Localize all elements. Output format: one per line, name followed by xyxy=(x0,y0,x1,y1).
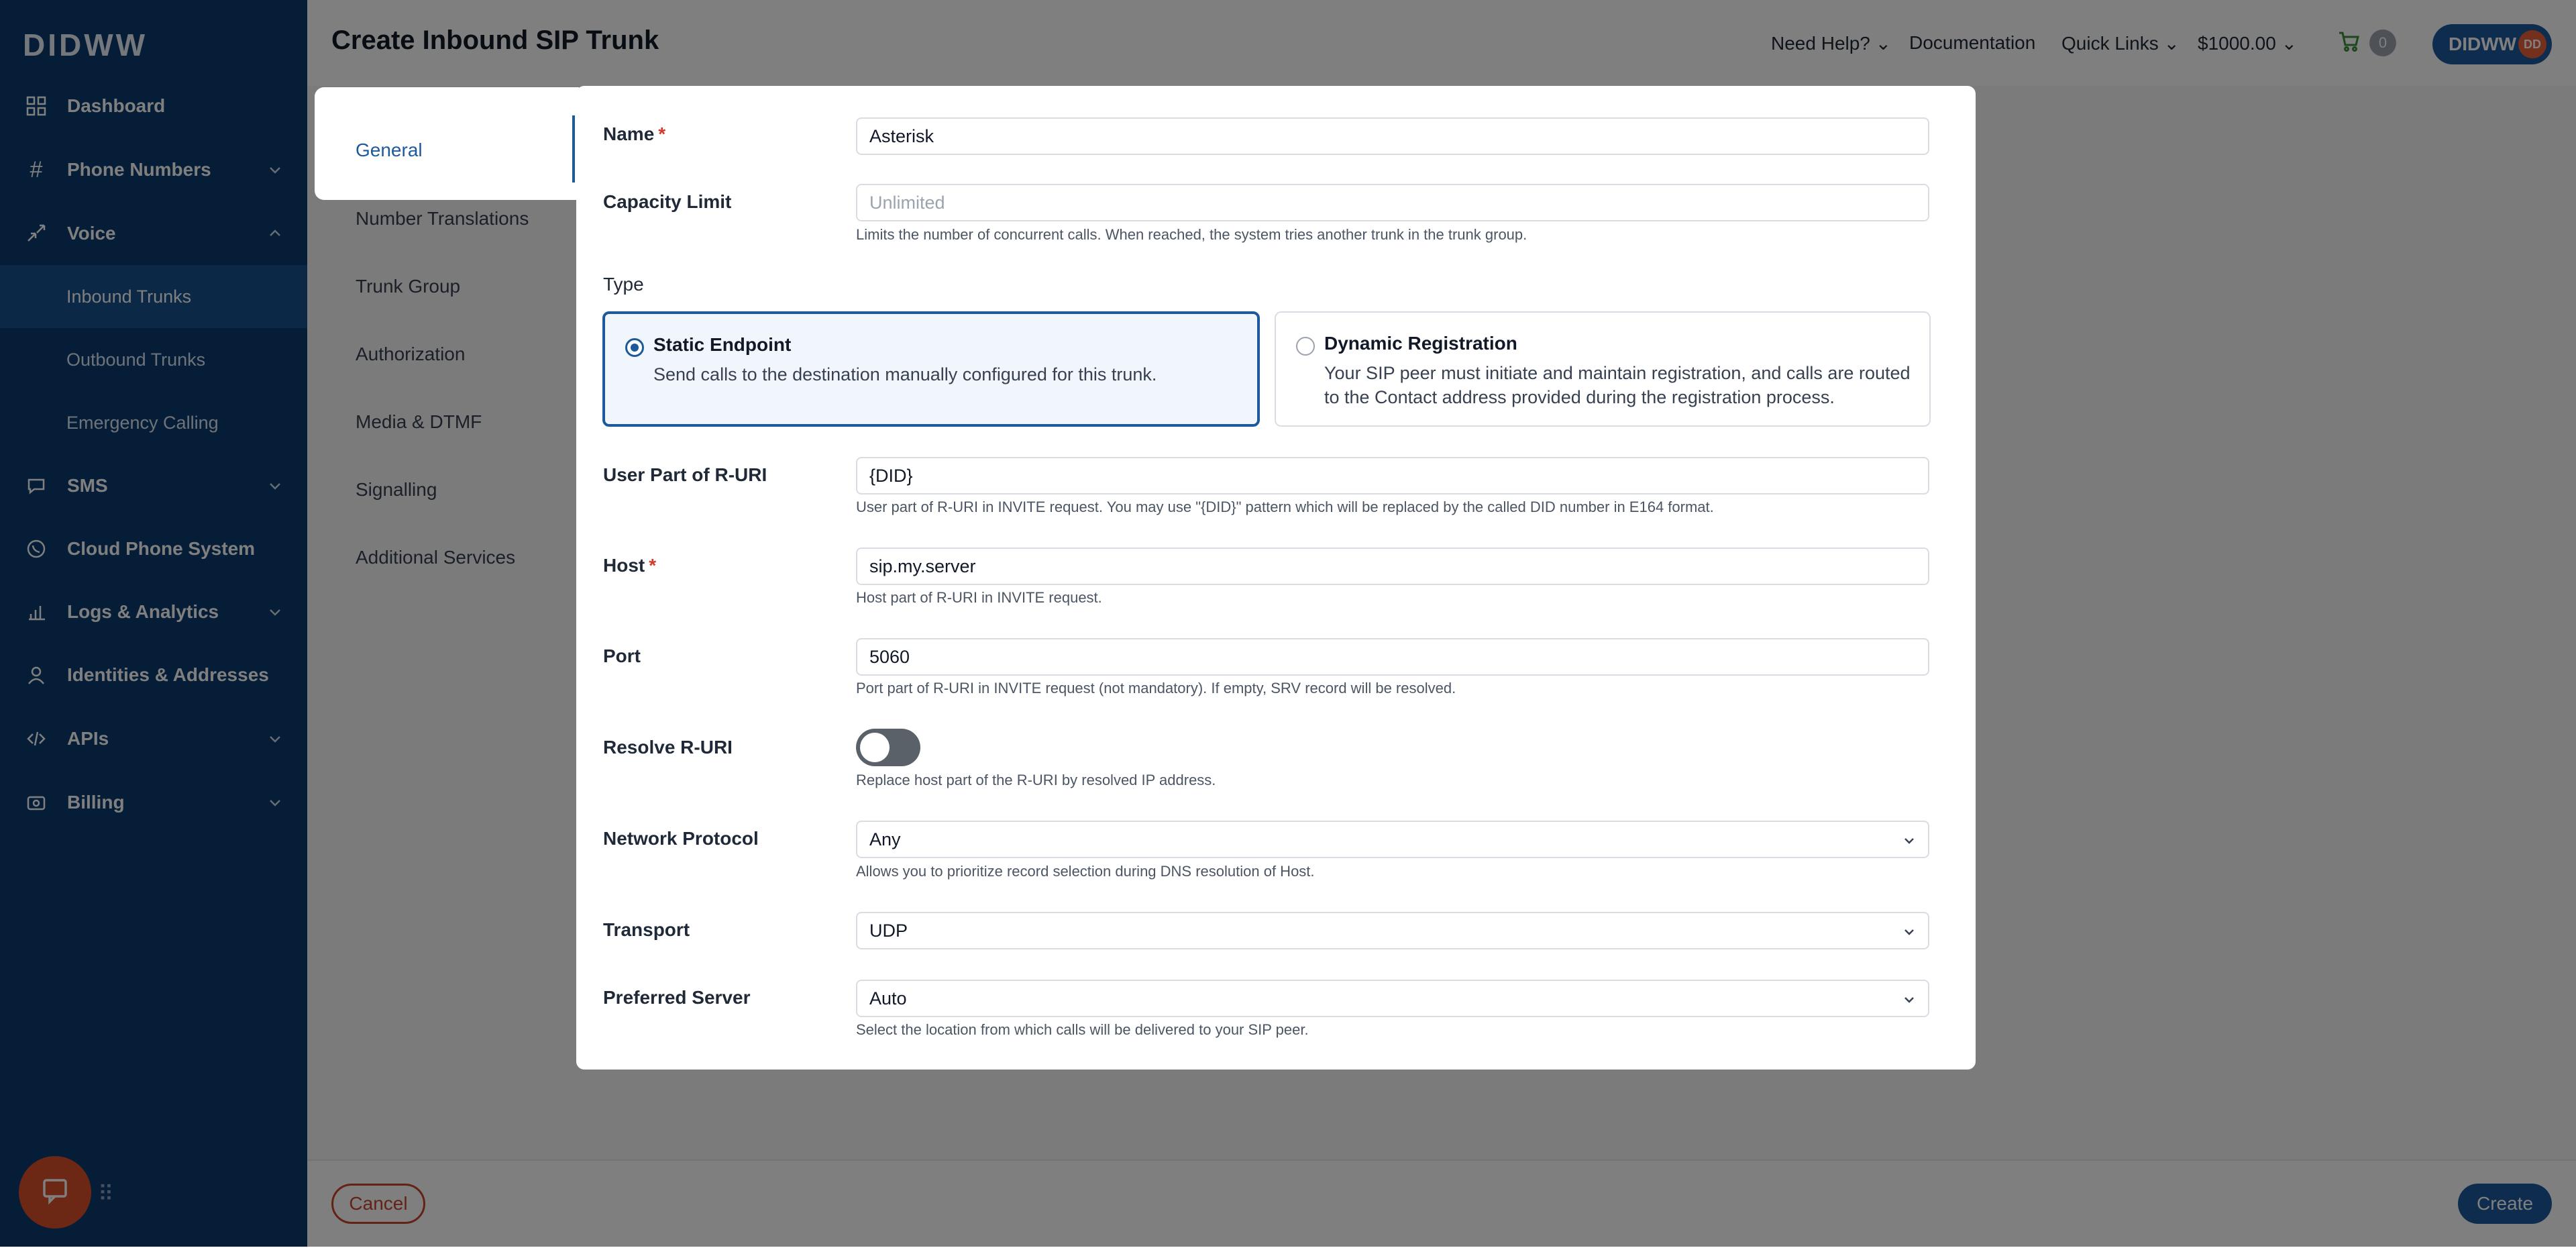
general-settings-panel: Name * Asterisk Capacity Limit Unlimited … xyxy=(576,86,1976,1070)
dynamic-registration-title: Dynamic Registration xyxy=(1324,333,1517,354)
user-part-help: User part of R-URI in INVITE request. Yo… xyxy=(856,499,1714,515)
user-part-label: User Part of R-URI xyxy=(603,464,767,485)
active-tab-indicator xyxy=(572,115,575,183)
resolve-ruri-help: Replace host part of the R-URI by resolv… xyxy=(856,772,1216,788)
port-label: Port xyxy=(603,645,641,666)
name-label: Name * xyxy=(603,123,666,144)
resolve-ruri-toggle[interactable] xyxy=(856,729,920,766)
tab-general[interactable]: General xyxy=(315,87,579,200)
preferred-server-select[interactable]: Auto xyxy=(856,980,1929,1017)
dynamic-registration-radio[interactable] xyxy=(1296,337,1315,356)
transport-label: Transport xyxy=(603,919,690,940)
type-label: Type xyxy=(603,274,644,295)
port-help: Port part of R-URI in INVITE request (no… xyxy=(856,680,1456,696)
chevron-down-icon xyxy=(1901,833,1917,853)
dynamic-registration-desc: Your SIP peer must initiate and maintain… xyxy=(1324,363,1911,407)
capacity-limit-label: Capacity Limit xyxy=(603,191,732,212)
network-protocol-label: Network Protocol xyxy=(603,828,759,849)
chevron-down-icon xyxy=(1901,924,1917,945)
resolve-ruri-label: Resolve R-URI xyxy=(603,737,733,758)
static-endpoint-desc: Send calls to the destination manually c… xyxy=(653,364,1157,384)
dynamic-registration-option[interactable]: Dynamic Registration Your SIP peer must … xyxy=(1275,311,1931,427)
host-label: Host * xyxy=(603,555,657,576)
tab-general-label: General xyxy=(356,140,423,160)
chevron-down-icon xyxy=(1901,992,1917,1012)
capacity-limit-input[interactable]: Unlimited xyxy=(856,184,1929,221)
preferred-server-help: Select the location from which calls wil… xyxy=(856,1021,1309,1038)
user-part-input[interactable]: {DID} xyxy=(856,457,1929,495)
static-endpoint-option[interactable]: Static Endpoint Send calls to the destin… xyxy=(602,311,1260,427)
toggle-knob xyxy=(860,733,890,762)
network-protocol-select[interactable]: Any xyxy=(856,821,1929,858)
host-input[interactable]: sip.my.server xyxy=(856,548,1929,585)
network-protocol-help: Allows you to prioritize record selectio… xyxy=(856,863,1315,880)
transport-select[interactable]: UDP xyxy=(856,912,1929,949)
static-endpoint-title: Static Endpoint xyxy=(653,334,792,355)
capacity-limit-help: Limits the number of concurrent calls. W… xyxy=(856,226,1527,243)
preferred-server-label: Preferred Server xyxy=(603,987,751,1008)
port-input[interactable]: 5060 xyxy=(856,638,1929,676)
name-input[interactable]: Asterisk xyxy=(856,117,1929,155)
static-endpoint-radio[interactable] xyxy=(625,338,644,357)
host-help: Host part of R-URI in INVITE request. xyxy=(856,589,1102,606)
